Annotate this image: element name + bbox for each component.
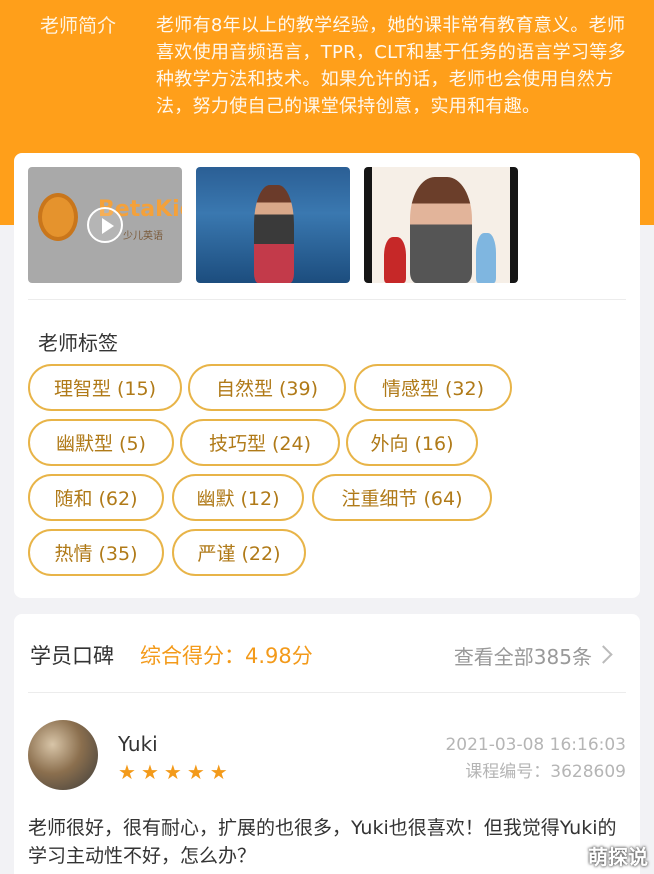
teacher-figure xyxy=(254,185,294,283)
review-time: 2021-03-08 16:16:03 xyxy=(445,735,626,755)
tag-item[interactable]: 注重细节 (64) xyxy=(312,474,492,521)
avatar xyxy=(28,720,98,790)
reviewer-name: Yuki xyxy=(118,732,158,756)
chevron-right-icon[interactable] xyxy=(594,645,613,664)
intro-text: 老师有8年以上的教学经验，她的课非常有教育意义。老师喜欢使用音频语言，TPR，C… xyxy=(156,15,626,117)
toy-figure xyxy=(384,237,406,283)
tag-item[interactable]: 热情 (35) xyxy=(28,529,164,576)
tag-item[interactable]: 外向 (16) xyxy=(346,419,478,466)
tag-item[interactable]: 幽默 (12) xyxy=(172,474,304,521)
tag-item[interactable]: 自然型 (39) xyxy=(188,364,346,411)
intro-video-thumbnail[interactable]: BetaKid 少儿英语 xyxy=(28,167,182,283)
teacher-photo-sea[interactable] xyxy=(196,167,350,283)
play-icon[interactable] xyxy=(87,207,123,243)
reviews-title: 学员口碑 xyxy=(30,644,114,668)
review-body: 老师很好，很有耐心，扩展的也很多，Yuki也很喜欢！但我觉得Yuki的学习主动性… xyxy=(28,817,617,867)
tag-item[interactable]: 随和 (62) xyxy=(28,474,164,521)
tags-title: 老师标签 xyxy=(38,331,118,355)
course-number: 课程编号：3628609 xyxy=(465,762,626,782)
tag-item[interactable]: 理智型 (15) xyxy=(28,364,182,411)
star-icon: ★ xyxy=(118,760,136,784)
brand-logo-subtext: 少儿英语 xyxy=(123,231,163,242)
reviews-card: 学员口碑 综合得分：4.98分 查看全部385条 Yuki ★ ★ ★ ★ ★ … xyxy=(14,614,640,874)
tag-item[interactable]: 技巧型 (24) xyxy=(180,419,340,466)
intro-label: 老师简介 xyxy=(40,15,117,37)
divider xyxy=(28,692,626,693)
overall-score: 综合得分：4.98分 xyxy=(140,644,313,668)
star-icon: ★ xyxy=(163,760,182,784)
lion-logo-icon xyxy=(38,193,78,241)
star-icon: ★ xyxy=(186,760,205,784)
star-rating: ★ ★ ★ ★ ★ xyxy=(118,762,228,782)
teacher-figure xyxy=(410,177,472,283)
tag-item[interactable]: 幽默型 (5) xyxy=(28,419,174,466)
divider xyxy=(28,299,626,300)
tag-item[interactable]: 情感型 (32) xyxy=(354,364,512,411)
media-row: BetaKid 少儿英语 xyxy=(28,167,518,283)
toy-figure xyxy=(476,233,496,283)
watermark-text: 萌探说 xyxy=(588,845,648,869)
star-icon: ★ xyxy=(140,760,159,784)
teacher-media-tags-card: BetaKid 少儿英语 老师标签 理智型 (15) 自然型 (39) 情感型 … xyxy=(14,153,640,598)
teacher-intro: 老师简介 老师有8年以上的教学经验，她的课非常有教育意义。老师喜欢使用音频语言，… xyxy=(0,0,654,150)
tag-item[interactable]: 严谨 (22) xyxy=(172,529,306,576)
view-all-reviews-link[interactable]: 查看全部385条 xyxy=(454,641,592,670)
star-icon: ★ xyxy=(209,760,228,784)
teacher-photo-toys[interactable] xyxy=(364,167,518,283)
